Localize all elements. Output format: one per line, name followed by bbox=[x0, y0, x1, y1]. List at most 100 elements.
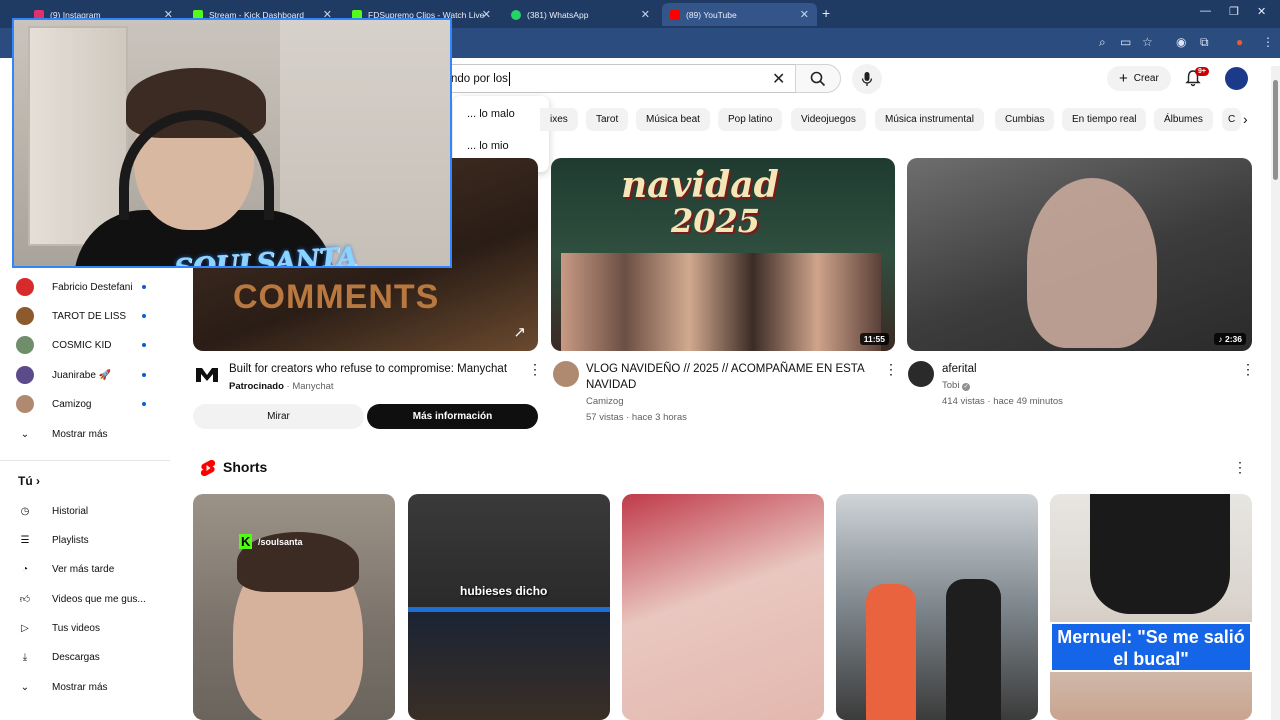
sidebar-item-label: Camizog bbox=[52, 398, 92, 410]
sidebar-item-label: Descargas bbox=[52, 651, 100, 663]
new-tab-button[interactable]: + bbox=[822, 5, 830, 21]
account-avatar[interactable] bbox=[1225, 67, 1248, 90]
search-icon bbox=[810, 71, 826, 86]
sidebar-item-history[interactable]: ◷ Historial bbox=[16, 498, 166, 524]
extension-icon[interactable]: ◉ bbox=[1176, 35, 1186, 49]
sidebar-item-label: Tus videos bbox=[52, 622, 100, 634]
extensions-puzzle-icon[interactable]: ⧉ bbox=[1200, 35, 1209, 50]
manychat-logo-icon bbox=[196, 368, 218, 382]
playlist-icon: ☰ bbox=[20, 534, 30, 546]
short-thumbnail[interactable] bbox=[622, 494, 824, 720]
sidebar-item-downloads[interactable]: ⤓ Descargas bbox=[16, 644, 166, 670]
youtube-icon bbox=[670, 9, 680, 20]
sidebar-show-more[interactable]: ⌄ Mostrar más bbox=[16, 674, 166, 700]
short-thumbnail[interactable]: Mernuel: "Se me salió el bucal" bbox=[1050, 494, 1252, 720]
cast-icon[interactable]: ▭ bbox=[1120, 35, 1131, 49]
thumbnail-cap bbox=[1090, 494, 1230, 614]
chevron-right-icon[interactable]: › bbox=[1243, 111, 1248, 127]
tab-youtube[interactable]: (89) YouTube ✕ bbox=[662, 3, 817, 26]
browser-menu-icon[interactable]: ⋮ bbox=[1262, 35, 1274, 49]
clear-search-icon[interactable]: ✕ bbox=[772, 69, 785, 89]
chip-category[interactable]: Música instrumental bbox=[875, 108, 984, 131]
chip-category[interactable]: En tiempo real bbox=[1062, 108, 1147, 131]
channel-avatar[interactable] bbox=[553, 361, 579, 387]
sidebar-item-label: Mostrar más bbox=[52, 681, 108, 693]
chip-category[interactable]: Cumbias bbox=[995, 108, 1055, 131]
short-thumbnail[interactable]: K /soulsanta bbox=[193, 494, 395, 720]
sidebar-item-label: COSMIC KID bbox=[52, 339, 112, 351]
tab-whatsapp[interactable]: (381) WhatsApp ✕ bbox=[503, 3, 658, 26]
channel-avatar[interactable] bbox=[908, 361, 934, 387]
scrollbar-thumb[interactable] bbox=[1273, 80, 1278, 180]
create-button[interactable]: + Crear bbox=[1107, 66, 1171, 91]
webcam-background-door bbox=[28, 26, 128, 246]
sidebar-you-heading[interactable]: Tú › bbox=[18, 474, 40, 488]
live-dot bbox=[142, 402, 146, 406]
suggestion-item[interactable]: ... lo malo bbox=[453, 108, 549, 140]
video-title[interactable]: Built for creators who refuse to comprom… bbox=[229, 361, 524, 377]
chip-category[interactable]: Tarot bbox=[586, 108, 629, 131]
chip-category[interactable]: Videojuegos bbox=[791, 108, 866, 131]
profile-extension-icon[interactable]: ● bbox=[1236, 35, 1243, 49]
close-icon[interactable]: ✕ bbox=[482, 8, 491, 21]
sidebar-item-label: Videos que me gus... bbox=[52, 593, 146, 605]
zoom-icon[interactable]: ⌕ bbox=[1099, 35, 1106, 50]
video-thumbnail[interactable]: ♪ 2:36 bbox=[907, 158, 1252, 351]
thumbnail-divider bbox=[408, 607, 610, 612]
restore-icon[interactable]: ❐ bbox=[1229, 5, 1239, 18]
tab-label: (89) YouTube bbox=[686, 9, 737, 20]
chip-category[interactable]: Música beat bbox=[636, 108, 710, 131]
sidebar-item-watch-later[interactable]: ◔ Ver más tarde bbox=[16, 556, 166, 582]
sidebar-item-label: Ver más tarde bbox=[52, 563, 115, 575]
short-thumbnail[interactable] bbox=[836, 494, 1038, 720]
notification-count-badge: 9+ bbox=[1195, 67, 1209, 76]
sidebar-item-liked-videos[interactable]: 👍︎ Videos que me gus... bbox=[16, 586, 166, 612]
close-icon[interactable]: ✕ bbox=[641, 8, 650, 21]
verified-badge-icon: ✓ bbox=[962, 383, 971, 391]
download-icon: ⤓ bbox=[22, 651, 28, 663]
sidebar-item-label: Playlists bbox=[52, 534, 89, 546]
channel-name[interactable]: Manychat bbox=[292, 381, 333, 392]
shorts-icon: ♪ bbox=[1218, 334, 1225, 344]
more-options-icon[interactable]: ⋮ bbox=[884, 361, 898, 378]
sidebar-show-more[interactable]: ⌄ Mostrar más bbox=[16, 421, 166, 447]
short-thumbnail[interactable]: hubieses dicho bbox=[408, 494, 610, 720]
search-input[interactable]: ndo por los bbox=[448, 64, 795, 93]
shorts-logo-icon bbox=[200, 460, 216, 476]
sidebar-item-label: Mostrar más bbox=[52, 428, 108, 440]
live-dot bbox=[142, 314, 146, 318]
video-stats: 414 vistas · hace 49 minutos bbox=[942, 396, 1063, 407]
chip-category[interactable]: C bbox=[1222, 108, 1242, 131]
search-button[interactable] bbox=[795, 64, 841, 93]
thumbnail-text: COMMENTS bbox=[233, 278, 440, 316]
minimize-icon[interactable]: — bbox=[1200, 5, 1211, 17]
bookmark-star-icon[interactable]: ☆ bbox=[1142, 35, 1153, 49]
kick-icon: K bbox=[239, 534, 253, 549]
create-label: Crear bbox=[1133, 73, 1159, 84]
watch-button[interactable]: Mirar bbox=[193, 404, 364, 429]
channel-avatar bbox=[16, 336, 34, 354]
chip-category[interactable]: ixes bbox=[540, 108, 578, 131]
channel-name[interactable]: Camizog bbox=[586, 396, 624, 407]
channel-name[interactable]: Tobi bbox=[942, 380, 959, 391]
video-title[interactable]: aferital bbox=[942, 361, 1232, 377]
sponsored-label: Patrocinado bbox=[229, 381, 284, 392]
video-title[interactable]: VLOG NAVIDEÑO // 2025 // ACOMPAÑAME EN E… bbox=[586, 361, 876, 393]
chip-category[interactable]: Pop latino bbox=[718, 108, 783, 131]
more-info-button[interactable]: Más información bbox=[367, 404, 538, 429]
video-thumbnail[interactable]: navidad 2025 11:55 bbox=[551, 158, 895, 351]
voice-search-button[interactable] bbox=[852, 64, 882, 94]
live-dot bbox=[142, 373, 146, 377]
window-close-icon[interactable]: ✕ bbox=[1257, 5, 1266, 18]
external-link-icon: ↗ bbox=[513, 324, 526, 341]
more-options-icon[interactable]: ⋮ bbox=[1233, 459, 1247, 476]
short-overlay-text: hubieses dicho bbox=[460, 584, 548, 598]
sidebar-item-your-videos[interactable]: ▷ Tus videos bbox=[16, 615, 166, 641]
sidebar-item-playlists[interactable]: ☰ Playlists bbox=[16, 527, 166, 553]
live-dot bbox=[142, 343, 146, 347]
more-options-icon[interactable]: ⋮ bbox=[528, 361, 542, 378]
close-icon[interactable]: ✕ bbox=[800, 8, 809, 21]
chip-category[interactable]: Álbumes bbox=[1154, 108, 1213, 131]
thumbnail-person bbox=[1027, 178, 1157, 348]
more-options-icon[interactable]: ⋮ bbox=[1241, 361, 1255, 378]
